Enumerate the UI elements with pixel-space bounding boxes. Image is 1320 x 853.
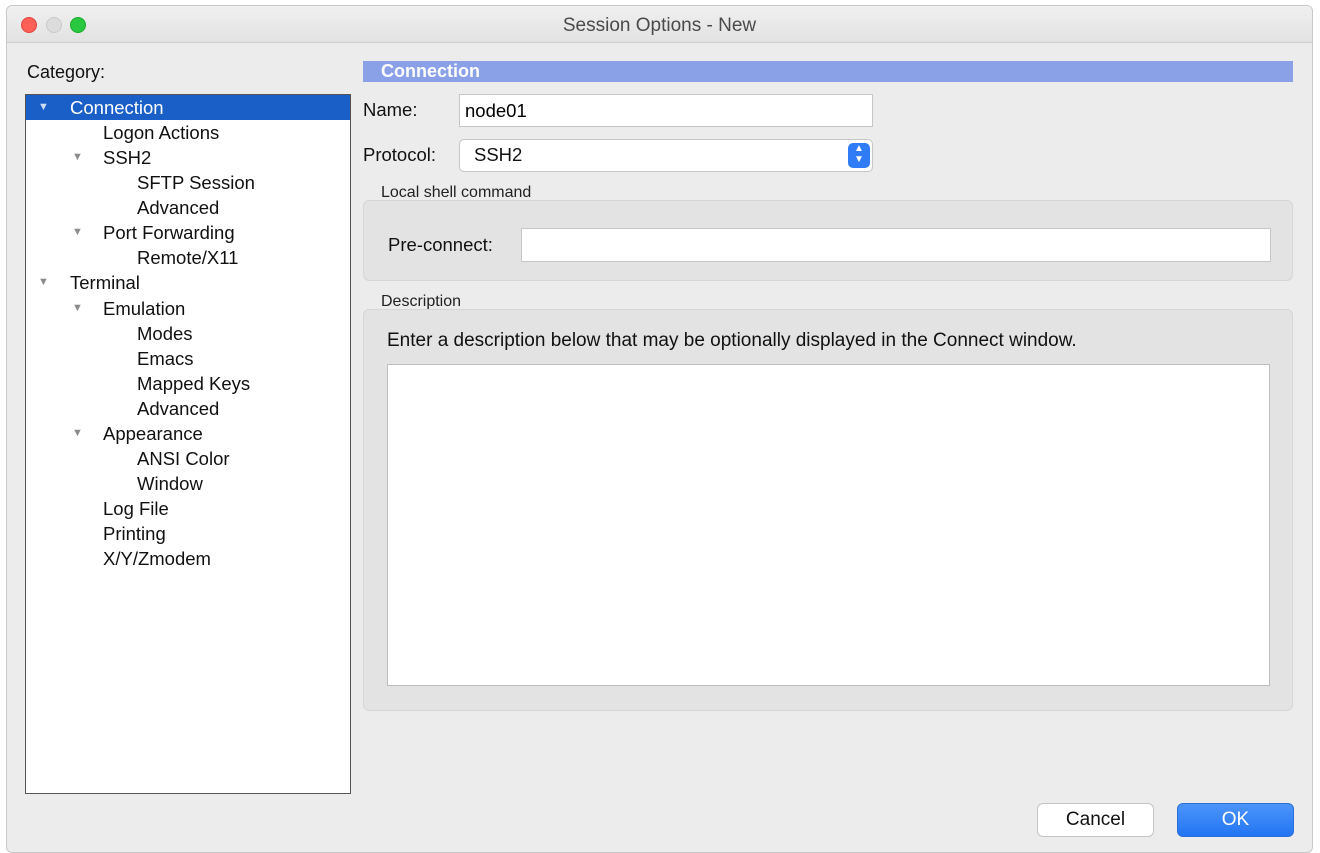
disclosure-triangle-icon[interactable]: ▼ [38,270,49,295]
category-tree[interactable]: ▼ Connection Logon Actions ▼ SSH2 SFTP S… [25,94,351,794]
tree-item-ssh2[interactable]: ▼ SSH2 [26,145,350,170]
disclosure-triangle-icon[interactable]: ▼ [72,296,83,321]
preconnect-label: Pre-connect: [388,234,493,255]
disclosure-triangle-icon[interactable]: ▼ [72,220,83,245]
session-options-window: Session Options - New Category: ▼ Connec… [6,5,1313,853]
ok-button[interactable]: OK [1177,803,1294,837]
tree-item-remote-x11[interactable]: Remote/X11 [26,245,350,270]
tree-item-emulation-advanced[interactable]: Advanced [26,396,350,421]
category-label: Category: [27,62,106,82]
tree-item-mapped-keys[interactable]: Mapped Keys [26,371,350,396]
tree-item-connection[interactable]: ▼ Connection [26,95,350,120]
title-bar: Session Options - New [7,6,1312,43]
tree-item-window[interactable]: Window [26,471,350,496]
tree-item-port-forwarding[interactable]: ▼ Port Forwarding [26,220,350,245]
name-label: Name: [363,99,418,120]
preconnect-input[interactable] [521,228,1271,262]
tree-item-terminal[interactable]: ▼ Terminal [26,270,350,295]
disclosure-triangle-icon[interactable]: ▼ [72,421,83,446]
tree-item-ssh2-advanced[interactable]: Advanced [26,195,350,220]
local-shell-group: Pre-connect: [363,200,1293,281]
cancel-button[interactable]: Cancel [1037,803,1154,837]
tree-item-sftp-session[interactable]: SFTP Session [26,170,350,195]
section-header: Connection [363,61,1293,82]
protocol-value: SSH2 [474,144,523,165]
tree-item-logon-actions[interactable]: Logon Actions [26,120,350,145]
description-hint: Enter a description below that may be op… [387,330,1077,351]
tree-item-emulation[interactable]: ▼ Emulation [26,296,350,321]
name-input[interactable] [459,94,873,127]
tree-item-xyzmodem[interactable]: X/Y/Zmodem [26,546,350,571]
select-arrows-icon: ▲ ▼ [848,143,870,168]
section-title: Connection [381,61,480,81]
tree-item-printing[interactable]: Printing [26,521,350,546]
window-title: Session Options - New [562,15,757,36]
disclosure-triangle-icon[interactable]: ▼ [38,95,49,120]
description-textarea[interactable] [387,364,1270,686]
disclosure-triangle-icon[interactable]: ▼ [72,145,83,170]
tree-item-appearance[interactable]: ▼ Appearance [26,421,350,446]
tree-item-ansi-color[interactable]: ANSI Color [26,446,350,471]
tree-item-modes[interactable]: Modes [26,321,350,346]
protocol-label: Protocol: [363,144,437,165]
tree-item-emacs[interactable]: Emacs [26,346,350,371]
tree-item-log-file[interactable]: Log File [26,496,350,521]
protocol-select[interactable]: SSH2 ▲ ▼ [459,139,873,172]
